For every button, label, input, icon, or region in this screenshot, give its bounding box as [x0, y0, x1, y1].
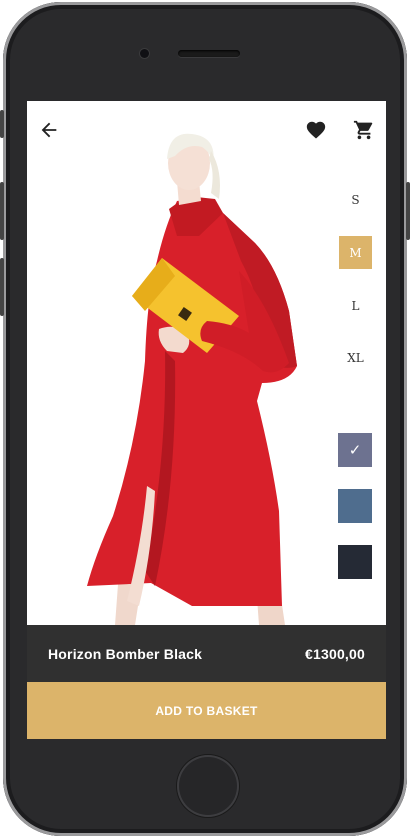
- product-photo: [87, 133, 297, 625]
- add-to-basket-button[interactable]: ADD TO BASKET: [27, 682, 386, 739]
- product-info-bar: Horizon Bomber Black €1300,00: [27, 625, 386, 682]
- back-arrow-icon[interactable]: [38, 119, 60, 141]
- size-option-m[interactable]: M: [339, 236, 372, 269]
- shopping-cart-icon[interactable]: [353, 119, 375, 141]
- size-option-s[interactable]: S: [339, 183, 372, 216]
- check-icon: ✓: [348, 441, 362, 459]
- volume-up-button: [0, 182, 4, 240]
- color-swatch-slate[interactable]: ✓: [338, 433, 372, 467]
- heart-icon[interactable]: [305, 119, 327, 141]
- color-swatch-blue[interactable]: [338, 489, 372, 523]
- home-button[interactable]: [177, 755, 239, 817]
- app-screen: S M L XL ✓ Horizon Bomber Black €1300,00…: [27, 101, 386, 739]
- volume-down-button: [0, 258, 4, 316]
- product-price: €1300,00: [305, 645, 365, 662]
- size-option-l[interactable]: L: [339, 289, 372, 322]
- front-camera: [140, 49, 149, 58]
- color-swatch-navy[interactable]: [338, 545, 372, 579]
- mute-switch: [0, 110, 4, 138]
- product-name: Horizon Bomber Black: [48, 645, 203, 662]
- power-button: [406, 182, 410, 240]
- earpiece-speaker: [178, 50, 240, 57]
- size-option-xl[interactable]: XL: [339, 341, 372, 374]
